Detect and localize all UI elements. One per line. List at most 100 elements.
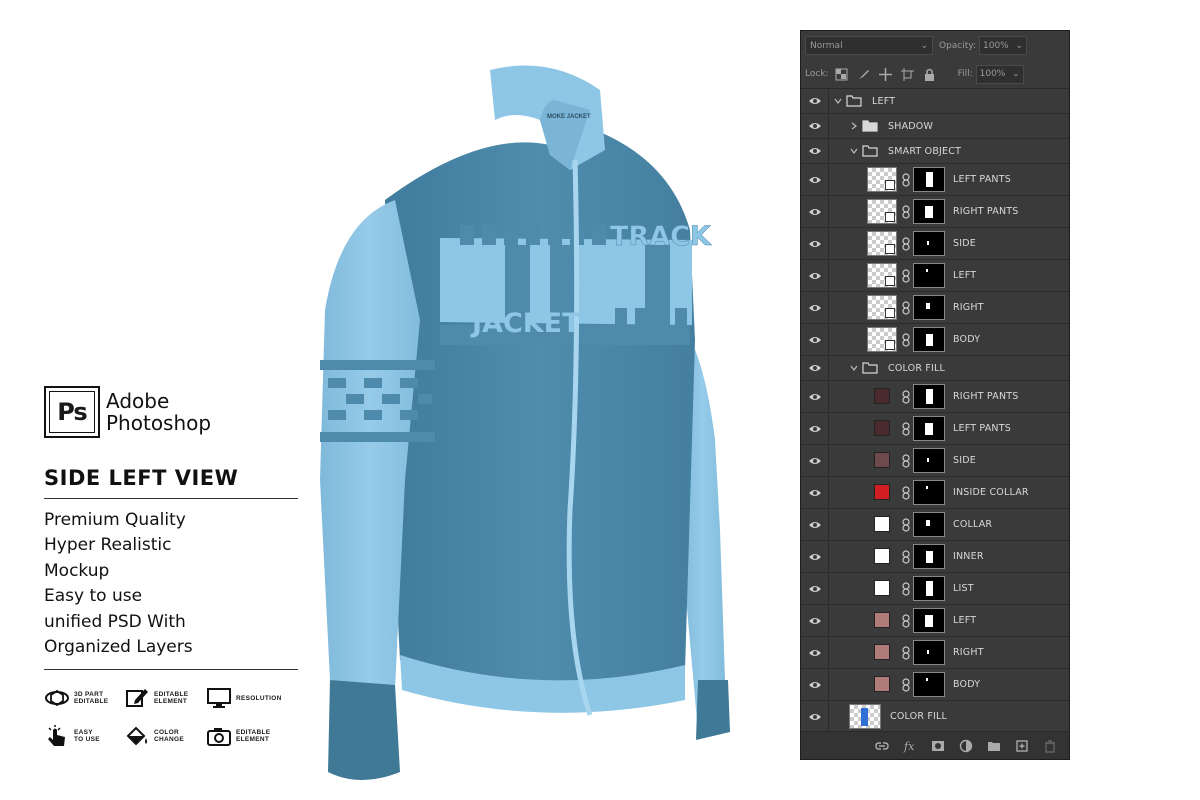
add-mask-icon[interactable] [931, 739, 945, 753]
ps-logo-box: Ps [44, 386, 100, 438]
paint-bucket-icon [126, 726, 147, 746]
lock-transparent-icon[interactable] [835, 68, 848, 81]
jacket-body [385, 130, 695, 690]
fill-label: Fill: [957, 69, 973, 79]
visibility-eye-icon[interactable] [808, 363, 822, 373]
layer-row[interactable]: INNER [801, 541, 1069, 573]
layer-row[interactable]: SMART OBJECT [801, 139, 1069, 164]
layer-row[interactable]: LEFT [801, 605, 1069, 637]
svg-text:fx: fx [903, 740, 915, 753]
visibility-eye-icon[interactable] [808, 584, 822, 594]
layer-row[interactable]: LIST [801, 573, 1069, 605]
new-group-icon[interactable] [987, 739, 1001, 753]
chest-text-jacket: JACKET [470, 308, 581, 339]
layer-mask-thumbnail [913, 480, 945, 505]
opacity-field[interactable]: 100% ⌄ [979, 36, 1027, 55]
panel-bottom-toolbar: fx [801, 731, 1069, 759]
visibility-eye-icon[interactable] [808, 175, 822, 185]
layer-row[interactable]: LEFT [801, 260, 1069, 292]
layer-thumbnail [849, 704, 881, 729]
chevron-down-icon[interactable] [850, 147, 858, 155]
visibility-eye-icon[interactable] [808, 712, 822, 722]
layer-mask-thumbnail [913, 608, 945, 633]
layer-thumbnail [867, 295, 897, 320]
layer-row[interactable]: INSIDE COLLAR [801, 477, 1069, 509]
layer-row[interactable]: SHADOW [801, 114, 1069, 139]
adjustment-layer-icon[interactable] [959, 739, 973, 753]
app-name: Adobe Photoshop [106, 390, 211, 434]
monitor-icon [207, 688, 231, 708]
visibility-eye-icon[interactable] [808, 239, 822, 249]
chevron-down-icon[interactable] [834, 97, 842, 105]
layer-row[interactable]: SIDE [801, 228, 1069, 260]
chevron-right-icon[interactable] [850, 122, 858, 130]
visibility-eye-icon[interactable] [808, 207, 822, 217]
visibility-eye-icon[interactable] [808, 424, 822, 434]
trash-icon[interactable] [1043, 739, 1057, 753]
link-chain-icon [902, 517, 910, 532]
layer-row[interactable]: LEFT [801, 89, 1069, 114]
layer-row[interactable]: LEFT PANTS [801, 164, 1069, 196]
visibility-eye-icon[interactable] [808, 96, 822, 106]
lock-brush-icon[interactable] [857, 68, 870, 81]
smart-object-badge [885, 308, 895, 318]
visibility-eye-icon[interactable] [808, 520, 822, 530]
visibility-eye-icon[interactable] [808, 121, 822, 131]
layer-row[interactable]: SIDE [801, 445, 1069, 477]
smart-object-badge [885, 212, 895, 222]
layer-name: BODY [953, 679, 981, 690]
visibility-eye-icon[interactable] [808, 616, 822, 626]
feature-badges: 3D PART EDITABLE EDITABLE ELEMENT RESOLUTI… [44, 686, 304, 748]
layer-mask-thumbnail [913, 416, 945, 441]
layer-row[interactable]: BODY [801, 324, 1069, 356]
layer-row[interactable]: COLOR FILL [801, 356, 1069, 381]
visibility-eye-icon[interactable] [808, 335, 822, 345]
layer-mask-thumbnail [913, 384, 945, 409]
fill-field[interactable]: 100% ⌄ [975, 64, 1024, 84]
visibility-eye-icon[interactable] [808, 552, 822, 562]
color-fill-swatch [874, 548, 890, 564]
layer-row[interactable]: RIGHT PANTS [801, 196, 1069, 228]
badge-line2: ELEMENT [154, 698, 188, 705]
visibility-eye-icon[interactable] [808, 146, 822, 156]
link-chain-icon [902, 332, 910, 347]
badge-line1: COLOR [154, 729, 179, 736]
link-chain-icon [902, 581, 910, 596]
visibility-eye-icon[interactable] [808, 488, 822, 498]
lock-artboard-icon[interactable] [900, 67, 914, 81]
lock-move-icon[interactable] [878, 67, 892, 81]
layer-row[interactable]: LEFT PANTS [801, 413, 1069, 445]
visibility-eye-icon[interactable] [808, 648, 822, 658]
layer-name: LEFT [953, 270, 977, 281]
layer-row[interactable]: BODY [801, 669, 1069, 701]
layer-row[interactable]: RIGHT [801, 637, 1069, 669]
link-layers-icon[interactable] [875, 739, 889, 753]
layer-row[interactable]: RIGHT PANTS [801, 381, 1069, 413]
layer-mask-thumbnail [913, 327, 945, 352]
color-fill-swatch [874, 484, 890, 500]
layer-mask-thumbnail [913, 231, 945, 256]
layer-name: COLOR FILL [890, 711, 948, 722]
visibility-eye-icon[interactable] [808, 303, 822, 313]
visibility-eye-icon[interactable] [808, 456, 822, 466]
fx-icon[interactable]: fx [903, 739, 917, 753]
link-chain-icon [902, 677, 910, 692]
layer-row[interactable]: RIGHT [801, 292, 1069, 324]
chevron-down-icon[interactable] [850, 364, 858, 372]
visibility-eye-icon[interactable] [808, 392, 822, 402]
layer-row[interactable]: COLOR FILL [801, 701, 1069, 733]
visibility-eye-icon[interactable] [808, 271, 822, 281]
badge-resolution: RESOLUTION [206, 686, 304, 710]
photoshop-logo: Ps Adobe Photoshop [44, 386, 211, 438]
chest-text-track: TRACK [610, 221, 712, 252]
camera-icon [207, 728, 231, 746]
badge-editable-element: EDITABLE ELEMENT [124, 686, 206, 710]
lock-all-icon[interactable] [923, 68, 936, 81]
new-layer-icon[interactable] [1015, 739, 1029, 753]
blend-mode-select[interactable]: Normal ⌄ [805, 36, 933, 55]
layer-name: RIGHT PANTS [953, 391, 1019, 402]
visibility-eye-icon[interactable] [808, 680, 822, 690]
layer-thumbnail [867, 231, 897, 256]
layer-row[interactable]: COLLAR [801, 509, 1069, 541]
color-fill-swatch [874, 644, 890, 660]
